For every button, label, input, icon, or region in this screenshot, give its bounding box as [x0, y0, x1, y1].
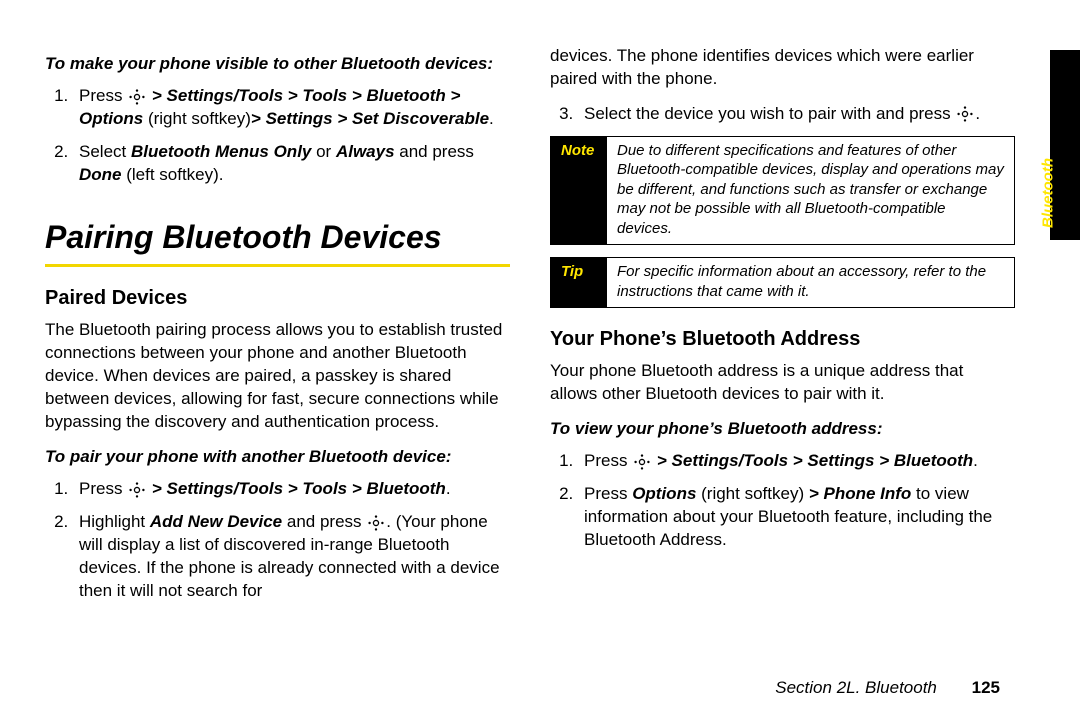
pair-step-1: Press > Settings/Tools > Tools > Bluetoo… — [73, 478, 510, 501]
pair-step-2: Highlight Add New Device and press . (Yo… — [73, 511, 510, 603]
tip-callout: Tip For specific information about an ac… — [550, 257, 1015, 308]
nav-key-icon — [129, 482, 145, 498]
nav-key-icon — [368, 515, 384, 531]
visible-steps: Press > Settings/Tools > Tools > Bluetoo… — [45, 85, 510, 187]
subheading-address: Your Phone’s Bluetooth Address — [550, 326, 1015, 352]
instruction-lead: To make your phone visible to other Blue… — [45, 53, 510, 75]
page-footer: Section 2L. Bluetooth 125 — [775, 678, 1000, 698]
footer-page-number: 125 — [972, 678, 1000, 697]
pair-steps-cont: Select the device you wish to pair with … — [550, 103, 1015, 126]
section-heading: Pairing Bluetooth Devices — [45, 217, 510, 259]
view-lead: To view your phone’s Bluetooth address: — [550, 418, 1015, 440]
footer-section: Section 2L. Bluetooth — [775, 678, 937, 697]
note-label: Note — [551, 137, 607, 245]
note-text: Due to different specifications and feat… — [607, 137, 1014, 245]
nav-key-icon — [129, 89, 145, 105]
nav-key-icon — [634, 454, 650, 470]
nav-key-icon — [957, 106, 973, 122]
right-column: devices. The phone identifies devices wh… — [550, 45, 1015, 613]
left-column: To make your phone visible to other Blue… — [45, 45, 510, 613]
continuation-text: devices. The phone identifies devices wh… — [550, 45, 1015, 91]
note-callout: Note Due to different specifications and… — [550, 136, 1015, 246]
side-tab-label: Bluetooth — [1040, 158, 1057, 228]
address-description: Your phone Bluetooth address is a unique… — [550, 360, 1015, 406]
pair-lead: To pair your phone with another Bluetoot… — [45, 446, 510, 468]
view-step-2: Press Options (right softkey) > Phone In… — [578, 483, 1015, 552]
step-2: Select Bluetooth Menus Only or Always an… — [73, 141, 510, 187]
view-steps: Press > Settings/Tools > Settings > Blue… — [550, 450, 1015, 552]
side-tab-bluetooth: Bluetooth — [1050, 50, 1080, 240]
tip-text: For specific information about an access… — [607, 258, 1014, 307]
subheading-paired: Paired Devices — [45, 285, 510, 311]
view-step-1: Press > Settings/Tools > Settings > Blue… — [578, 450, 1015, 473]
heading-rule — [45, 264, 510, 267]
pair-step-3: Select the device you wish to pair with … — [578, 103, 1015, 126]
tip-label: Tip — [551, 258, 607, 307]
step-1: Press > Settings/Tools > Tools > Bluetoo… — [73, 85, 510, 131]
pair-steps: Press > Settings/Tools > Tools > Bluetoo… — [45, 478, 510, 603]
paired-description: The Bluetooth pairing process allows you… — [45, 319, 510, 434]
